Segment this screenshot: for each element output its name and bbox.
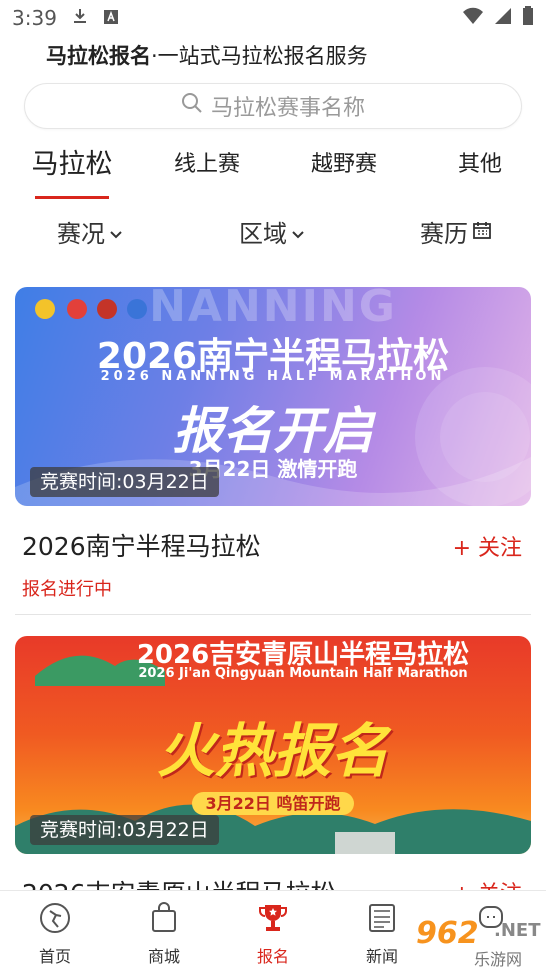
status-badge: 报名进行中: [22, 579, 112, 600]
tab-other[interactable]: 其他: [458, 146, 502, 178]
filter-race-status[interactable]: 赛况: [57, 214, 123, 249]
chevron-down-icon: [291, 218, 305, 246]
banner-subtitle: 2026 NANNING HALF MARATHON: [100, 369, 446, 384]
nav-register[interactable]: 报名: [233, 901, 313, 967]
filter-bar: 赛况 区域 赛历: [0, 214, 546, 254]
filter-label: 赛历: [420, 220, 468, 248]
filter-label: 区域: [239, 220, 287, 248]
signal-icon: [494, 6, 512, 30]
shopping-bag-icon: [147, 901, 181, 939]
status-time: 3:39: [12, 6, 57, 30]
app-tagline: ·一站式马拉松报名服务: [151, 44, 368, 68]
banner-date: 3月22日 鸣笛开跑: [15, 790, 531, 815]
filter-label: 赛况: [57, 220, 105, 248]
search-icon: [181, 92, 203, 120]
event-name[interactable]: 2026南宁半程马拉松: [22, 527, 261, 563]
nav-label: 首页: [38, 947, 71, 966]
banner-date-label: 3月22日 鸣笛开跑: [191, 792, 355, 815]
category-tabs: 马拉松 线上赛 越野赛 其他: [0, 146, 546, 202]
nav-news[interactable]: 新闻: [342, 901, 422, 967]
nav-label: 商城: [147, 947, 180, 966]
nav-label: 新闻: [365, 947, 398, 966]
trophy-icon: [256, 901, 290, 939]
nav-home[interactable]: 首页: [15, 901, 95, 967]
list-divider: [15, 614, 531, 615]
watermark-net: .NET: [494, 920, 541, 941]
download-icon: [71, 6, 89, 30]
site-watermark: 962 .NET 乐游网: [416, 916, 542, 970]
banner-slogan: 火热报名: [156, 717, 389, 785]
filter-region[interactable]: 区域: [239, 214, 305, 249]
nav-label: 报名: [256, 947, 289, 966]
search-placeholder: 马拉松赛事名称: [210, 96, 365, 121]
race-time-badge: 竞赛时间:03月22日: [30, 815, 219, 845]
tab-online-race[interactable]: 线上赛: [174, 146, 240, 178]
chevron-down-icon: [109, 218, 123, 246]
search-input[interactable]: 马拉松赛事名称: [24, 83, 522, 129]
tab-marathon[interactable]: 马拉松: [32, 142, 113, 181]
banner-bg-text: NANNING: [149, 287, 397, 332]
follow-button[interactable]: + 关注: [453, 530, 522, 562]
page-title: 马拉松报名·一站式马拉松报名服务: [46, 40, 368, 70]
wifi-icon: [462, 6, 484, 30]
news-icon: [365, 901, 399, 939]
calendar-icon: [472, 218, 492, 246]
battery-icon: [522, 5, 534, 31]
app-name: 马拉松报名: [46, 44, 151, 68]
watermark-number: 962: [416, 916, 479, 951]
filter-race-calendar[interactable]: 赛历: [420, 214, 492, 249]
status-bar: 3:39: [0, 0, 546, 36]
tab-trail-race[interactable]: 越野赛: [311, 146, 377, 178]
app-notification-icon: [103, 6, 119, 30]
banner-subtitle: 2026 Ji'an Qingyuan Mountain Half Marath…: [138, 666, 468, 681]
watermark-sub: 乐游网: [474, 950, 523, 969]
nav-mall[interactable]: 商城: [124, 901, 204, 967]
home-runner-icon: [38, 901, 72, 939]
active-tab-indicator: [35, 196, 109, 199]
race-time-badge: 竞赛时间:03月22日: [30, 467, 219, 497]
